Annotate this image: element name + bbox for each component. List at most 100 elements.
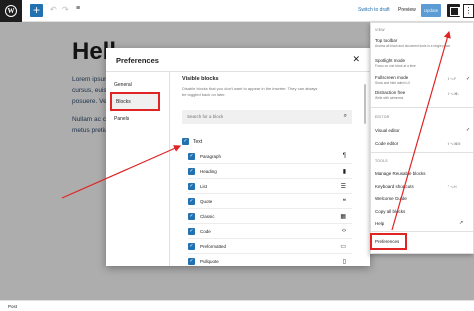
block-checkbox[interactable]: ✓	[188, 228, 195, 235]
block-label: Preformatted	[200, 244, 227, 249]
classic-icon: ▦	[340, 214, 346, 220]
block-checkbox[interactable]: ✓	[188, 258, 195, 265]
menu-divider	[371, 107, 473, 108]
menu-desc: Write with calmness	[375, 96, 404, 100]
breadcrumb-post[interactable]: Post	[8, 304, 17, 309]
menu-desc: Focus on one block at a time	[375, 64, 416, 68]
scrollbar[interactable]	[364, 84, 366, 124]
menu-item-welcome-guide[interactable]: Welcome Guide	[375, 196, 407, 201]
menu-item-preferences[interactable]: Preferences	[375, 239, 399, 244]
blocks-panel: Visible blocks Disable blocks that you d…	[182, 76, 360, 266]
preferences-modal: Preferences ✕ General Blocks Panels Visi…	[106, 48, 370, 266]
block-checkbox[interactable]: ✓	[188, 183, 195, 190]
block-label: Code	[200, 229, 211, 234]
block-label: Pullquote	[200, 259, 219, 264]
modal-title: Preferences	[116, 56, 159, 65]
block-checkbox[interactable]: ✓	[188, 213, 195, 220]
preview-button[interactable]: Preview	[398, 7, 416, 13]
wordpress-logo-mark: W	[5, 5, 17, 17]
block-label: Quote	[200, 199, 213, 204]
search-placeholder: Search for a block	[187, 114, 224, 119]
paragraph-icon: ¶	[342, 153, 346, 159]
switch-to-draft-link[interactable]: Switch to draft	[358, 7, 390, 13]
block-row: ✓ Code ‹›	[188, 225, 352, 238]
wordpress-logo-icon[interactable]: W	[0, 0, 22, 22]
menu-shortcut: ⇧⌥F	[447, 77, 457, 81]
tab-general[interactable]: General	[114, 82, 132, 88]
section-description: Disable blocks that you don't want to ap…	[182, 86, 318, 97]
row-divider	[188, 253, 352, 254]
block-checkbox[interactable]: ✓	[188, 243, 195, 250]
undo-icon[interactable]: ↶	[50, 5, 57, 14]
block-checkbox[interactable]: ✓	[188, 168, 195, 175]
search-icon: ⌕	[343, 113, 347, 119]
category-checkbox[interactable]: ✓	[182, 138, 189, 145]
block-row: ✓ Pullquote ▯	[188, 255, 352, 266]
check-icon: ✓	[466, 76, 471, 82]
row-divider	[188, 178, 352, 179]
category-label: Text	[193, 139, 203, 145]
tab-panels[interactable]: Panels	[114, 116, 129, 122]
menu-item-visual-editor[interactable]: Visual editor	[375, 128, 400, 133]
menu-item-spotlight[interactable]: Spotlight mode	[375, 58, 405, 63]
list-view-icon[interactable]: ≡	[76, 5, 80, 12]
settings-icon[interactable]	[447, 4, 461, 17]
close-icon[interactable]: ✕	[352, 54, 360, 65]
menu-section-editor: EDITOR	[375, 115, 390, 119]
check-icon: ✓	[466, 127, 471, 133]
block-checkbox[interactable]: ✓	[188, 153, 195, 160]
menu-item-top-toolbar[interactable]: Top toolbar	[375, 38, 397, 43]
menu-desc: Access all block and document tools in a…	[375, 44, 451, 48]
options-menu: VIEW Top toolbar Access all block and do…	[370, 22, 474, 254]
code-icon: ‹›	[342, 228, 346, 234]
block-row: ✓ Quote ❝	[188, 195, 352, 208]
block-row: ✓ Heading ▮	[188, 165, 352, 178]
block-checkbox[interactable]: ✓	[188, 198, 195, 205]
menu-item-distraction-free[interactable]: Distraction free	[375, 90, 405, 95]
menu-shortcut: ⌃⌥H	[447, 185, 457, 189]
heading-icon: ▮	[342, 169, 346, 175]
options-menu-button[interactable]: ⋮	[463, 4, 474, 18]
block-row: ✓ Paragraph ¶	[188, 150, 352, 163]
menu-item-help[interactable]: Help	[375, 221, 384, 226]
block-search-input[interactable]: Search for a block ⌕	[182, 110, 352, 124]
block-label: Heading	[200, 169, 217, 174]
menu-item-fullscreen[interactable]: Fullscreen mode	[375, 75, 408, 80]
block-label: List	[200, 184, 208, 189]
update-button[interactable]: Update	[421, 4, 441, 17]
menu-shortcut: ⇧⌥⌘M	[447, 142, 461, 146]
menu-item-copy-all-blocks[interactable]: Copy all blocks	[375, 209, 405, 214]
add-block-button[interactable]: +	[30, 4, 43, 17]
redo-icon[interactable]: ↷	[62, 5, 69, 14]
menu-divider	[371, 152, 473, 153]
preformatted-icon: ▭	[340, 244, 346, 250]
quote-icon: ❝	[342, 199, 346, 205]
tab-blocks[interactable]: Blocks	[110, 92, 160, 111]
menu-item-manage-reusable[interactable]: Manage Reusable blocks	[375, 171, 426, 176]
row-divider	[188, 163, 352, 164]
editor-top-bar: W + ↶ ↷ ≡ Switch to draft Preview Update…	[0, 0, 474, 22]
row-divider	[188, 238, 352, 239]
row-divider	[188, 193, 352, 194]
list-icon: ☰	[340, 184, 346, 190]
row-divider	[188, 208, 352, 209]
menu-section-view: VIEW	[375, 28, 385, 32]
block-row: ✓ Classic ▦	[188, 210, 352, 223]
section-title: Visible blocks	[182, 76, 219, 82]
block-row: ✓ Preformatted ▭	[188, 240, 352, 253]
external-link-icon: ↗	[459, 220, 464, 226]
pullquote-icon: ▯	[342, 259, 346, 265]
modal-header: Preferences ✕	[106, 48, 370, 72]
menu-section-tools: TOOLS	[375, 159, 388, 163]
status-bar: Post	[0, 300, 474, 311]
menu-shortcut: ⇧⌥⌘\	[447, 92, 459, 96]
block-label: Paragraph	[200, 154, 222, 159]
block-row: ✓ List ☰	[188, 180, 352, 193]
preferences-tabs: General Blocks Panels	[106, 72, 170, 266]
block-label: Classic	[200, 214, 215, 219]
menu-desc: Show and hide admin UI	[375, 81, 410, 85]
menu-divider	[371, 231, 473, 232]
menu-item-code-editor[interactable]: Code editor	[375, 141, 398, 146]
menu-item-keyboard-shortcuts[interactable]: Keyboard shortcuts	[375, 184, 414, 189]
row-divider	[188, 223, 352, 224]
